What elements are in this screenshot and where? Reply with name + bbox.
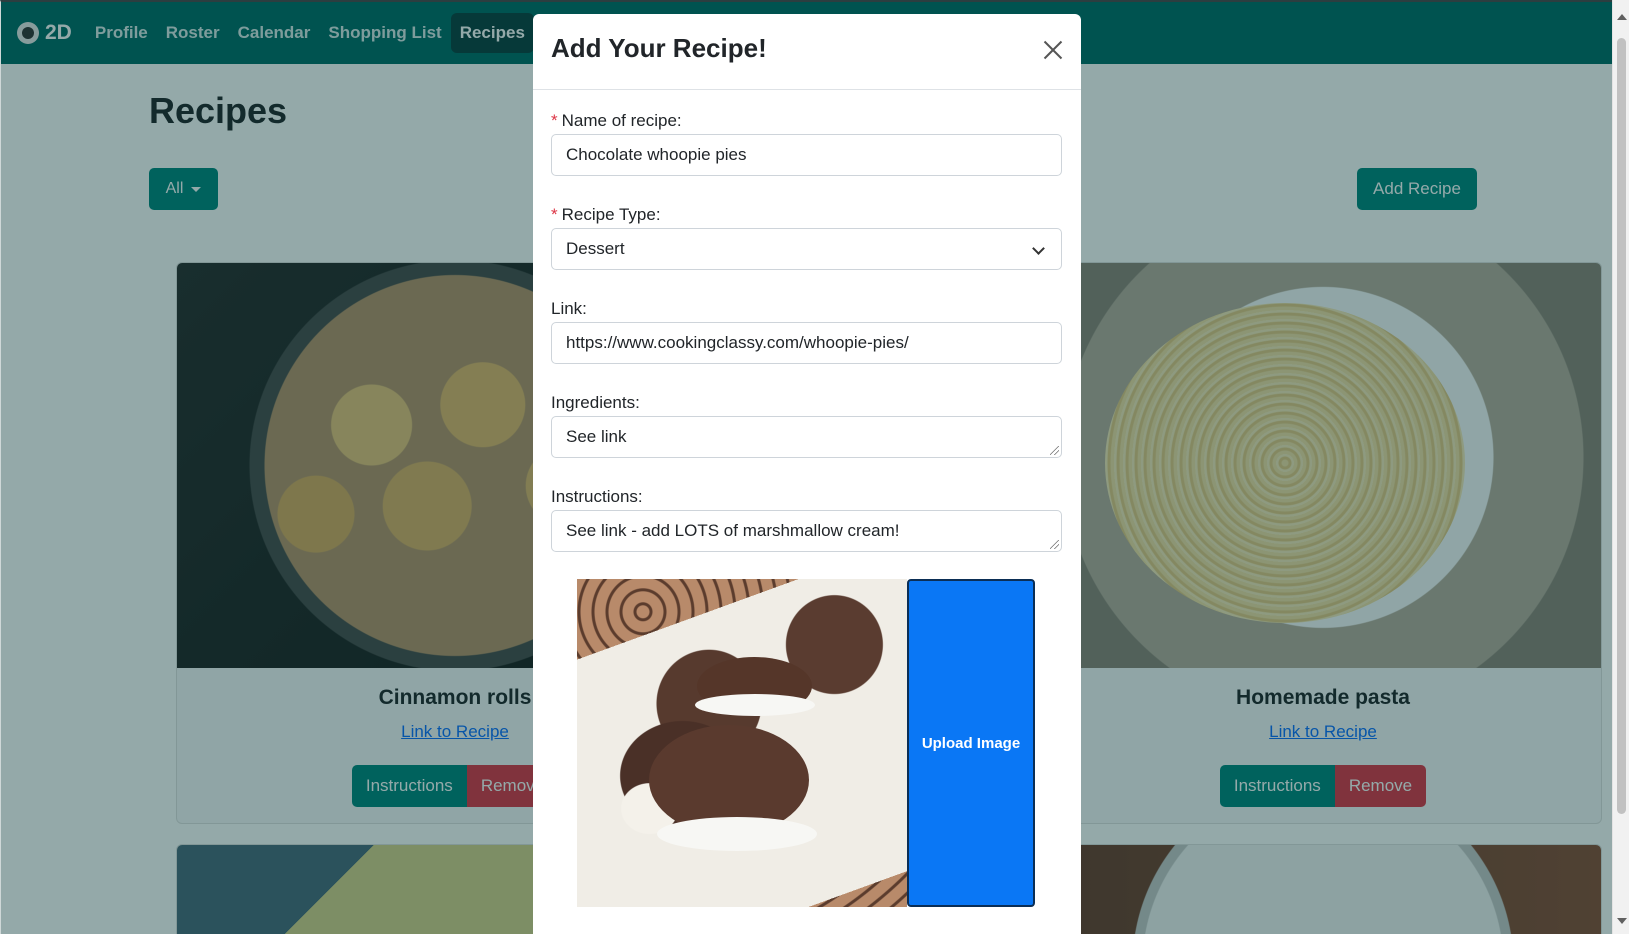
modal-header: Add Your Recipe! [533,14,1081,90]
ingredients-label: Ingredients: [551,393,640,412]
ingredients-value: See link [566,427,627,446]
chevron-down-icon [1032,242,1045,255]
image-preview [577,579,907,907]
required-mark: * [551,205,558,224]
type-label-text: Recipe Type: [561,205,661,224]
required-mark: * [551,111,558,130]
add-recipe-modal: Add Your Recipe! * Name of recipe: Chocol… [533,14,1081,934]
instructions-label: Instructions: [551,487,643,506]
name-label: * Name of recipe: [551,111,682,131]
type-label: * Recipe Type: [551,205,661,225]
scrollbar-thumb[interactable] [1617,38,1626,814]
name-label-text: Name of recipe: [561,111,682,130]
cream-shape [657,817,817,851]
instructions-value: See link - add LOTS of marshmallow cream… [566,521,900,540]
cream-shape [695,694,815,716]
link-label: Link: [551,299,587,318]
resize-grip-icon[interactable] [1050,540,1059,549]
instructions-textarea[interactable]: See link - add LOTS of marshmallow cream… [551,510,1062,552]
ingredients-textarea[interactable]: See link [551,416,1062,458]
upload-image-button[interactable]: Upload Image [907,579,1035,907]
recipe-type-select[interactable]: Dessert [551,228,1062,270]
resize-grip-icon[interactable] [1050,446,1059,455]
scroll-up-arrow-icon[interactable] [1617,14,1627,20]
scroll-down-arrow-icon[interactable] [1617,918,1627,924]
recipe-name-value: Chocolate whoopie pies [566,145,747,164]
recipe-link-input[interactable]: https://www.cookingclassy.com/whoopie-pi… [551,322,1062,364]
page-scrollbar[interactable] [1612,0,1629,934]
close-icon[interactable] [1041,38,1065,62]
recipe-name-input[interactable]: Chocolate whoopie pies [551,134,1062,176]
recipe-type-value: Dessert [566,239,625,258]
modal-title: Add Your Recipe! [551,33,767,63]
recipe-link-value: https://www.cookingclassy.com/whoopie-pi… [566,333,909,352]
